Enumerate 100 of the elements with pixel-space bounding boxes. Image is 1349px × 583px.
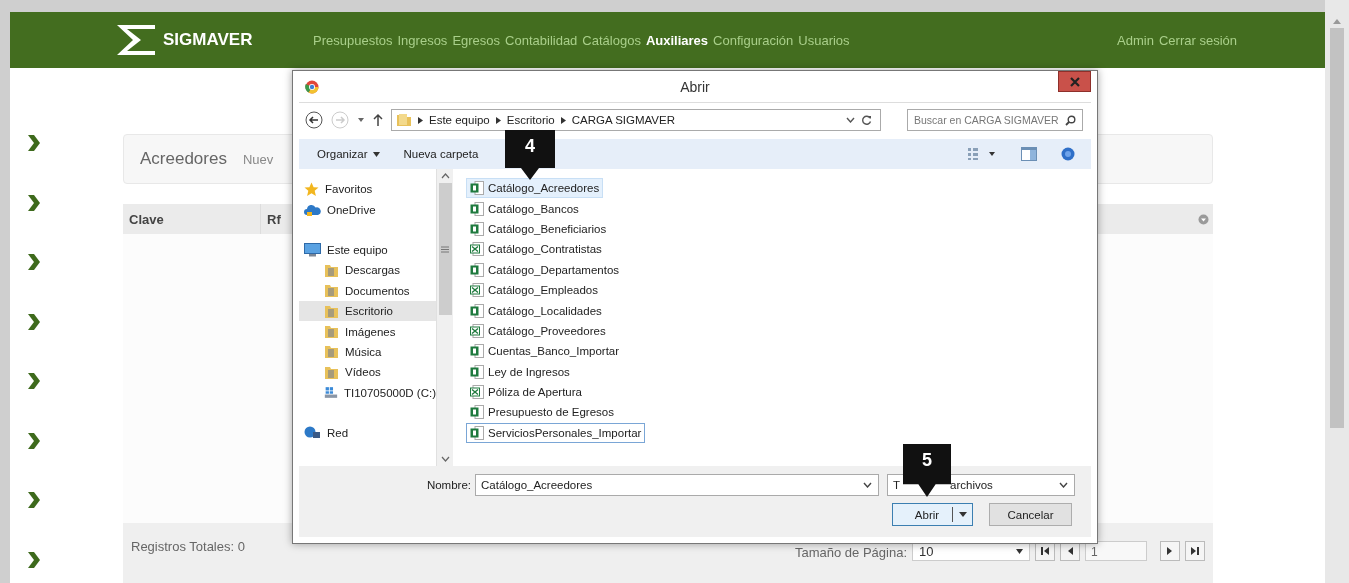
close-icon: [1069, 76, 1080, 87]
breadcrumb-arrow-icon: [560, 116, 566, 124]
page-scrollbar[interactable]: [1325, 0, 1349, 583]
nav-pane-item[interactable]: Vídeos: [299, 362, 436, 383]
folder-icon: [324, 364, 339, 380]
nav-link[interactable]: Egresos: [452, 32, 501, 48]
nav-link[interactable]: Catálogos: [582, 32, 641, 48]
column-menu-icon[interactable]: [1198, 214, 1209, 225]
file-item[interactable]: Catálogo_Acreedores: [466, 178, 604, 199]
nav-link[interactable]: Usuarios: [798, 32, 850, 48]
file-item[interactable]: Catálogo_Beneficiarios: [466, 218, 611, 240]
page-number-field[interactable]: 1: [1085, 541, 1147, 561]
dropdown-icon: [1059, 482, 1068, 488]
file-item[interactable]: Catálogo_Departamentos: [466, 259, 624, 280]
file-item[interactable]: Cuentas_Banco_Importar: [466, 341, 624, 362]
breadcrumb[interactable]: Este equipo: [429, 114, 490, 126]
refresh-icon[interactable]: [861, 114, 872, 126]
nav-link[interactable]: Auxiliares: [645, 32, 709, 48]
nav-pane-item[interactable]: Este equipo: [299, 239, 436, 261]
nav-pane-item[interactable]: OneDrive: [299, 199, 436, 220]
file-item[interactable]: Catálogo_Bancos: [466, 198, 583, 219]
scroll-up-icon[interactable]: [440, 173, 450, 179]
spreadsheet-file-icon: [470, 425, 484, 440]
nav-pane-item[interactable]: Favoritos: [299, 179, 436, 200]
back-icon[interactable]: [305, 111, 323, 129]
dialog-title: Abrir: [680, 78, 710, 95]
next-page-button[interactable]: [1160, 541, 1180, 561]
cloud-icon: [304, 202, 321, 217]
folder-icon: [324, 262, 339, 278]
caret-icon[interactable]: [357, 117, 365, 123]
spreadsheet-file-icon: [470, 221, 484, 236]
nav-pane-item[interactable]: Descargas: [299, 260, 436, 281]
file-item[interactable]: Catálogo_Proveedores: [466, 320, 610, 342]
chevron-icon[interactable]: [27, 253, 41, 271]
nav-pane-item[interactable]: Documentos: [299, 280, 436, 301]
caret-icon: [959, 512, 967, 517]
step-callout: 4: [505, 130, 555, 180]
close-button[interactable]: [1058, 71, 1091, 92]
nav-pane-item[interactable]: Música: [299, 341, 436, 363]
file-item[interactable]: Presupuesto de Egresos: [466, 402, 618, 423]
chevron-icon[interactable]: [27, 491, 41, 509]
view-options-icon[interactable]: [967, 147, 997, 161]
file-name-field[interactable]: Catálogo_Acreedores: [475, 474, 879, 496]
nav-pane-item[interactable]: Escritorio: [299, 300, 436, 322]
new-folder-button[interactable]: Nueva carpeta: [403, 148, 479, 160]
page-size-label: Tamaño de Página:: [794, 545, 907, 560]
file-item[interactable]: ServiciosPersonales_Importar: [466, 422, 646, 444]
nav-pane-item[interactable]: TI10705000D (C:): [299, 382, 436, 403]
nav-pane-item[interactable]: Imágenes: [299, 321, 436, 342]
last-page-button[interactable]: [1185, 541, 1205, 561]
up-arrow-icon[interactable]: [373, 113, 383, 127]
cancel-button[interactable]: Cancelar: [989, 503, 1072, 526]
grip-icon: [441, 245, 449, 253]
spreadsheet-file-icon: [470, 364, 484, 379]
folder-icon: [324, 324, 339, 340]
search-field[interactable]: Buscar en CARGA SIGMAVER: [907, 109, 1083, 131]
csv-file-icon: [470, 242, 484, 257]
dropdown-icon[interactable]: [846, 117, 855, 123]
chevron-icon[interactable]: [27, 134, 41, 152]
folder-icon: [324, 303, 339, 319]
chevron-icon[interactable]: [27, 193, 41, 212]
nav-link[interactable]: Contabilidad: [505, 32, 578, 48]
logo-text: SIGMAVER: [163, 30, 253, 50]
preview-pane-icon[interactable]: [1021, 147, 1037, 161]
folder-icon: [324, 344, 339, 360]
scroll-down-icon[interactable]: [440, 456, 450, 462]
file-item[interactable]: Catálogo_Contratistas: [466, 239, 606, 260]
file-item[interactable]: Póliza de Apertura: [466, 381, 586, 403]
folder-icon: [324, 283, 339, 299]
breadcrumb[interactable]: Escritorio: [506, 114, 555, 126]
organize-button[interactable]: Organizar: [317, 148, 380, 160]
nav-pane-scrollbar[interactable]: [436, 169, 453, 466]
file-item[interactable]: Catálogo_Localidades: [466, 300, 606, 321]
computer-icon: [304, 242, 321, 257]
chevron-icon[interactable]: [27, 550, 41, 569]
nav-link[interactable]: Presupuestos: [313, 32, 393, 48]
nav-pane-item[interactable]: Red: [299, 422, 436, 444]
breadcrumb[interactable]: CARGA SIGMAVER: [571, 114, 675, 126]
file-item[interactable]: Ley de Ingresos: [466, 361, 574, 382]
column-header[interactable]: Rf: [261, 204, 281, 234]
page-title: Acreedores: [140, 149, 227, 169]
nav-link[interactable]: Configuración: [713, 32, 794, 48]
spreadsheet-file-icon: [470, 344, 484, 359]
search-icon: [1065, 114, 1076, 126]
csv-file-icon: [470, 385, 484, 400]
chevron-icon[interactable]: [27, 312, 41, 331]
spreadsheet-file-icon: [470, 262, 484, 277]
file-item[interactable]: Catálogo_Empleados: [466, 279, 602, 301]
browser-logo-icon: [305, 79, 319, 94]
first-page-icon: [1040, 546, 1050, 556]
open-button[interactable]: Abrir: [892, 503, 973, 526]
spreadsheet-file-icon: [470, 181, 484, 196]
records-total: Registros Totales: 0: [131, 539, 245, 556]
csv-file-icon: [470, 283, 484, 298]
chevron-icon[interactable]: [27, 372, 41, 390]
chevron-icon[interactable]: [27, 431, 41, 450]
address-bar[interactable]: Este equipo Escritorio CARGA SIGMAVER: [391, 109, 881, 131]
user-link[interactable]: Cerrar sesión: [1158, 32, 1237, 48]
nav-link[interactable]: Ingresos: [397, 32, 448, 48]
help-icon[interactable]: [1061, 147, 1075, 161]
